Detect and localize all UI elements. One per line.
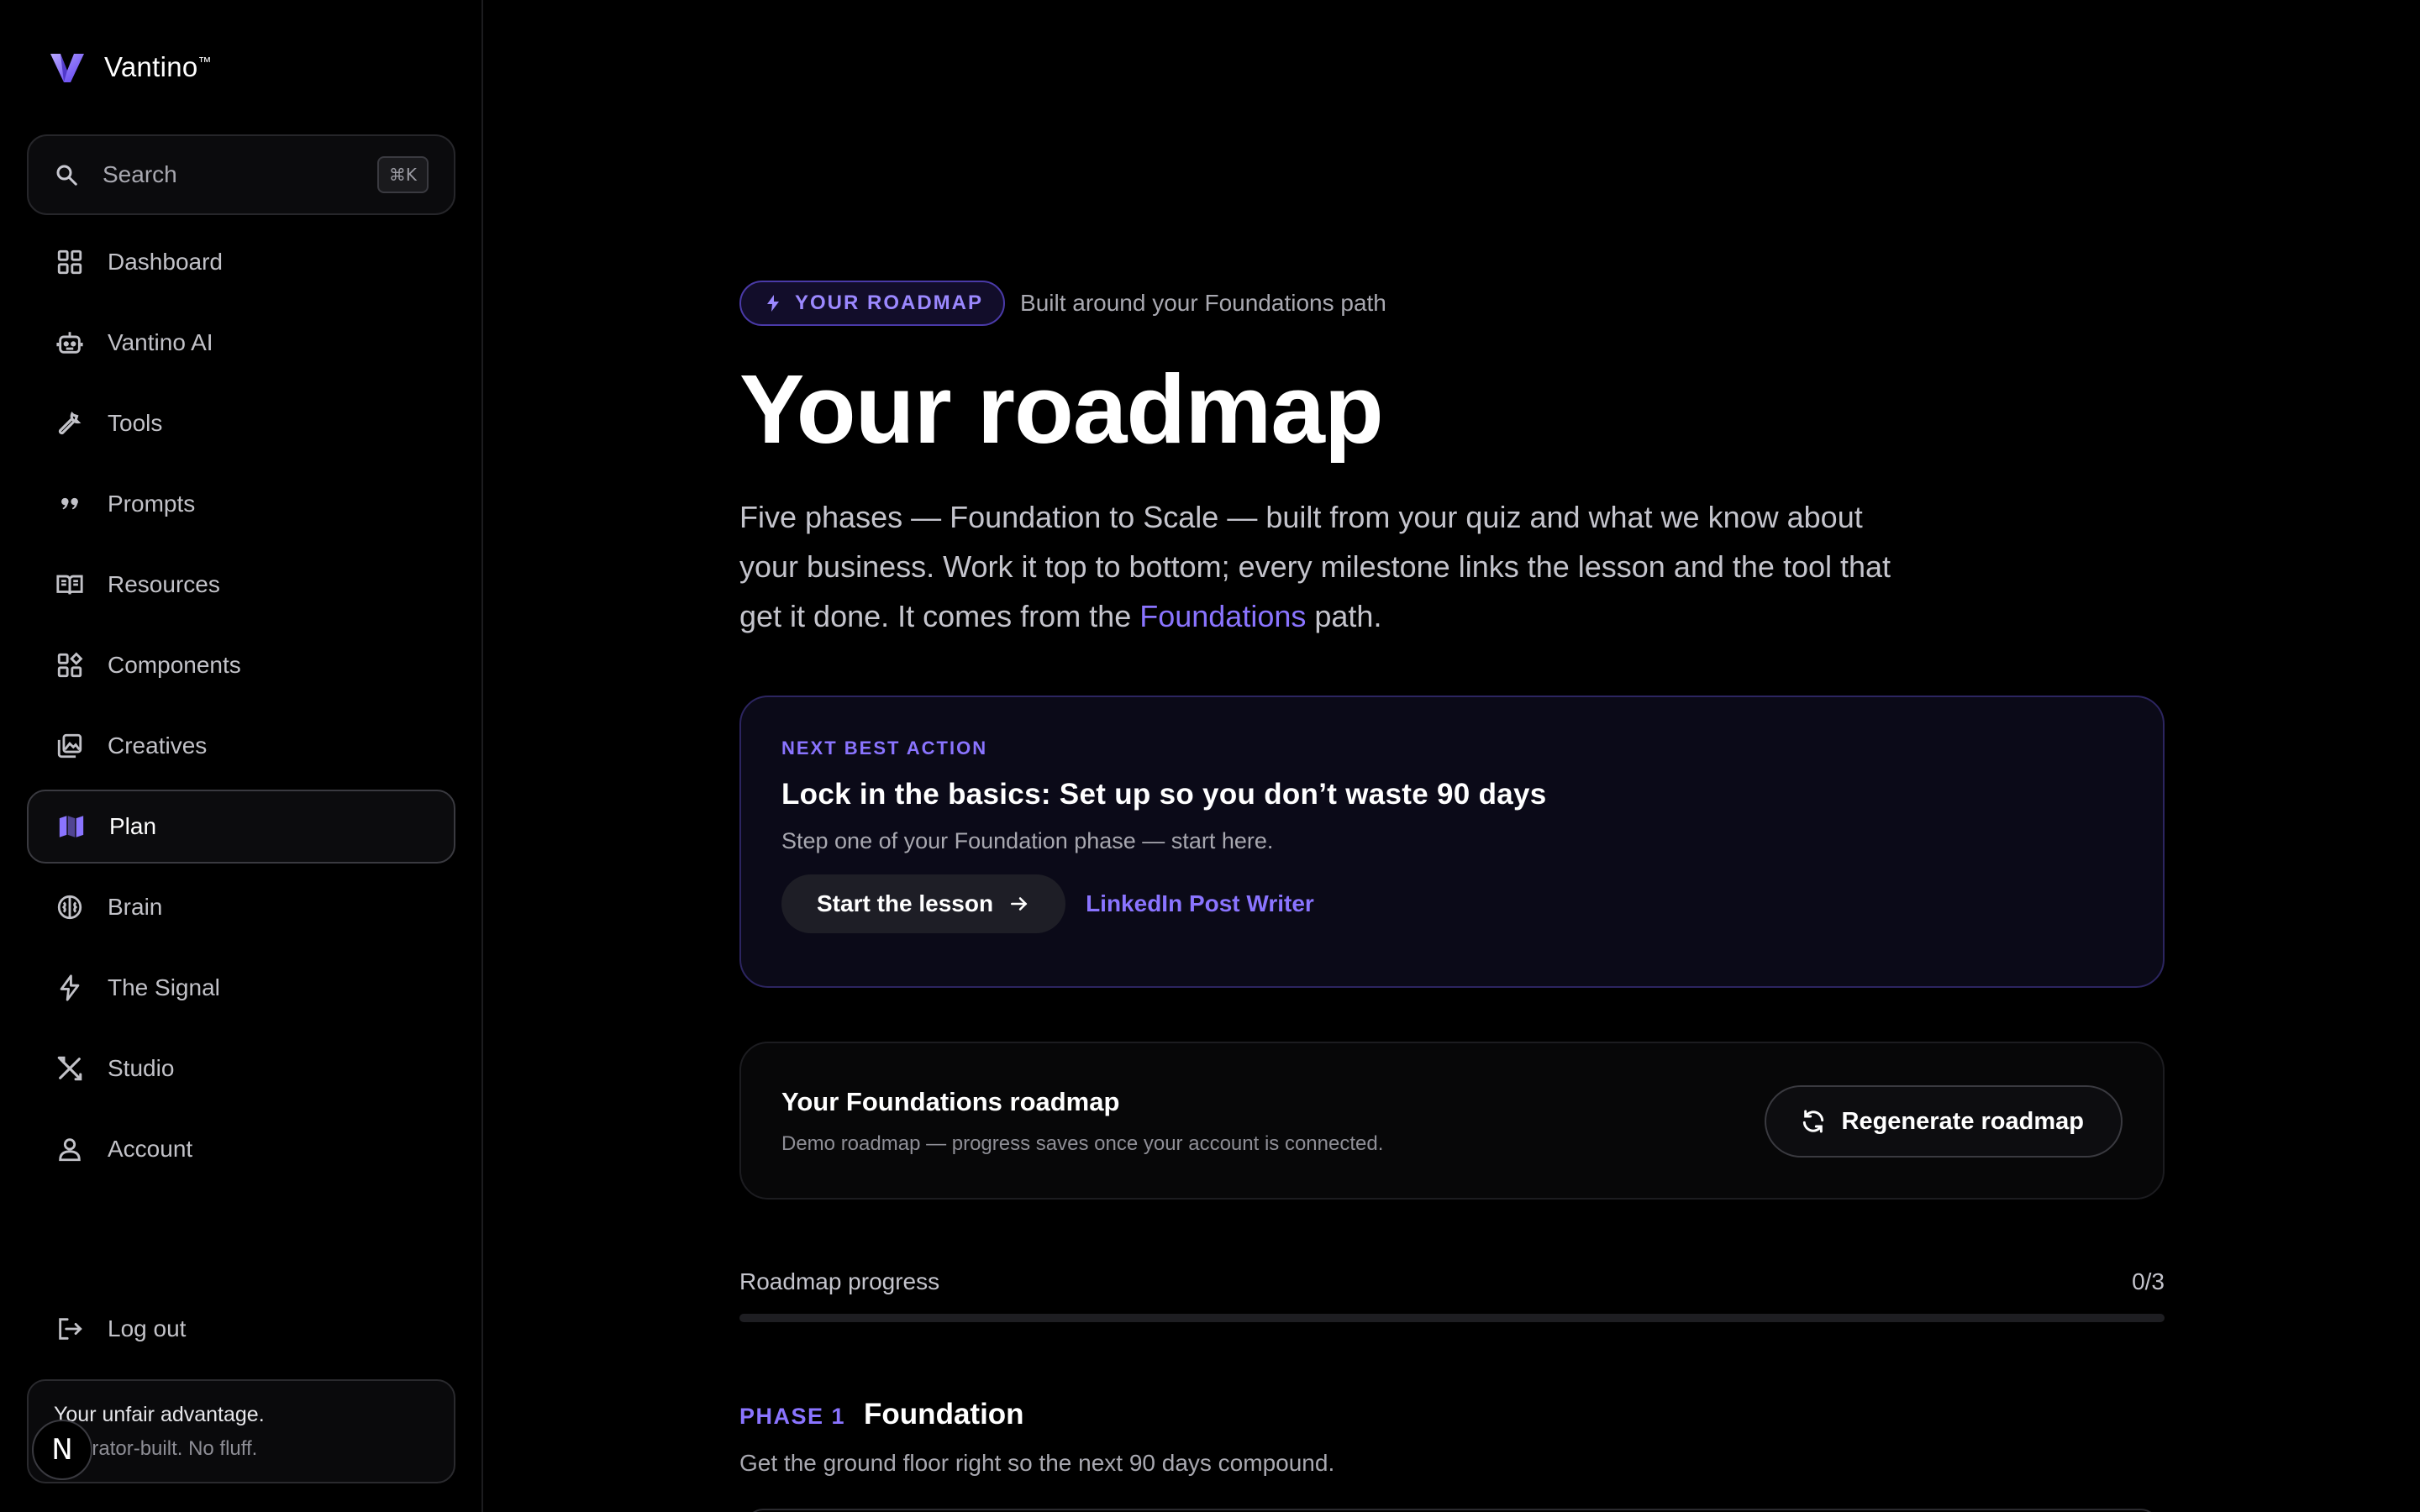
shapes-icon [57,652,83,678]
vantino-logo-icon [50,54,84,82]
robot-icon [56,332,83,354]
bolt-icon [60,974,80,1001]
next-best-action-buttons: Start the lesson LinkedIn Post Writer [781,874,2123,933]
promo-card[interactable]: Your unfair advantage. Operator-built. N… [27,1379,455,1483]
foundations-link[interactable]: Foundations [1139,599,1306,633]
map-icon [59,816,84,837]
search-placeholder: Search [103,161,177,187]
page-description: Five phases — Foundation to Scale — buil… [739,500,1891,633]
brain-icon [57,895,82,920]
next-best-action-title: Lock in the basics: Set up so you don’t … [781,778,1547,811]
sidebar-item-label: Tools [108,410,163,436]
roadmap-progress-header: Roadmap progress 0/3 [739,1268,2165,1295]
sidebar-item-label: Components [108,652,241,678]
sidebar-item-brain[interactable]: Brain [27,870,455,944]
progress-count: 0/3 [2132,1268,2165,1294]
page-title: Your roadmap [739,354,1384,464]
sidebar-item-label: Dashboard [108,249,223,275]
sidebar-item-label: Prompts [108,491,196,517]
foundations-roadmap-card: Your Foundations roadmap Demo roadmap — … [739,1042,2165,1200]
sidebar-item-label: Studio [108,1055,175,1081]
sidebar-item-label: Vantino AI [108,329,213,355]
next-best-action-card: NEXT BEST ACTION Lock in the basics: Set… [739,696,2165,988]
pill-subtitle: Built around your Foundations path [1020,290,1386,316]
image-stack-icon [57,733,82,759]
sidebar-item-plan[interactable]: Plan [27,790,455,864]
sidebar-item-studio[interactable]: Studio [27,1032,455,1105]
search-shortcut: ⌘K [376,156,429,193]
sidebar-nav: Dashboard Vantino AI Tools Prompts Resou… [27,225,455,1193]
logout-icon [59,1318,82,1340]
sidebar-item-resources[interactable]: Resources [27,548,455,622]
next-best-action-label: NEXT BEST ACTION [781,738,988,759]
sidebar-item-prompts[interactable]: Prompts [27,467,455,541]
phase-card [746,1509,2158,1512]
sidebar-item-label: The Signal [108,974,220,1000]
start-lesson-button[interactable]: Start the lesson [781,874,1066,933]
roadmap-pill: YOUR ROADMAP [739,281,1006,326]
sidebar-item-creatives[interactable]: Creatives [27,709,455,783]
search-icon [56,165,77,186]
logout-button[interactable]: Log out [27,1292,455,1366]
linkedin-post-writer-link[interactable]: LinkedIn Post Writer [1086,890,1314,917]
sidebar-item-label: Resources [108,571,220,597]
search-box[interactable]: Search ⌘K [27,134,455,215]
progress-label: Roadmap progress [739,1268,940,1294]
promo-tagline: Operator-built. No fluff. [54,1437,258,1460]
sidebar-item-label: Account [108,1136,193,1162]
wrench-icon [58,411,82,435]
phase-number: PHASE 1 [739,1404,846,1429]
sidebar: Vantino™ Search ⌘K Dashboard Vantino AI … [0,0,483,1512]
logout-label: Log out [108,1315,187,1341]
regenerate-roadmap-button[interactable]: Regenerate roadmap [1764,1085,2123,1158]
eyebrow: YOUR ROADMAP Built around your Foundatio… [739,281,1386,326]
sidebar-item-dashboard[interactable]: Dashboard [27,225,455,299]
user-icon [59,1138,81,1162]
phase-header: PHASE 1 Foundation [739,1398,1024,1431]
brand-name: Vantino™ [104,51,212,82]
sidebar-item-vantino-ai[interactable]: Vantino AI [27,306,455,380]
sidebar-item-label: Brain [108,894,163,920]
progress-bar [739,1314,2165,1322]
phase-description: Get the ground floor right so the next 9… [739,1450,1335,1476]
grid-icon [57,249,82,275]
sidebar-item-tools[interactable]: Tools [27,386,455,460]
tools-cross-icon [57,1056,82,1081]
sidebar-item-label: Creatives [108,732,208,759]
brand[interactable]: Vantino™ [49,49,212,86]
phase-name: Foundation [864,1398,1024,1431]
arrow-right-icon [1011,897,1028,911]
promo-headline: Your unfair advantage. [54,1403,265,1426]
refresh-icon [1802,1110,1823,1133]
sidebar-item-account[interactable]: Account [27,1112,455,1186]
sidebar-item-label: Plan [109,813,157,839]
start-lesson-label: Start the lesson [817,890,994,916]
book-icon [56,575,83,595]
next-best-action-subtitle: Step one of your Foundation phase — star… [781,828,1274,853]
bolt-icon [767,295,779,312]
quote-icon [61,497,78,510]
pill-label: YOUR ROADMAP [795,291,984,314]
regenerate-roadmap-label: Regenerate roadmap [1841,1107,2085,1135]
n-badge[interactable]: N [32,1420,92,1480]
sidebar-item-components[interactable]: Components [27,628,455,702]
sidebar-item-the-signal[interactable]: The Signal [27,951,455,1025]
